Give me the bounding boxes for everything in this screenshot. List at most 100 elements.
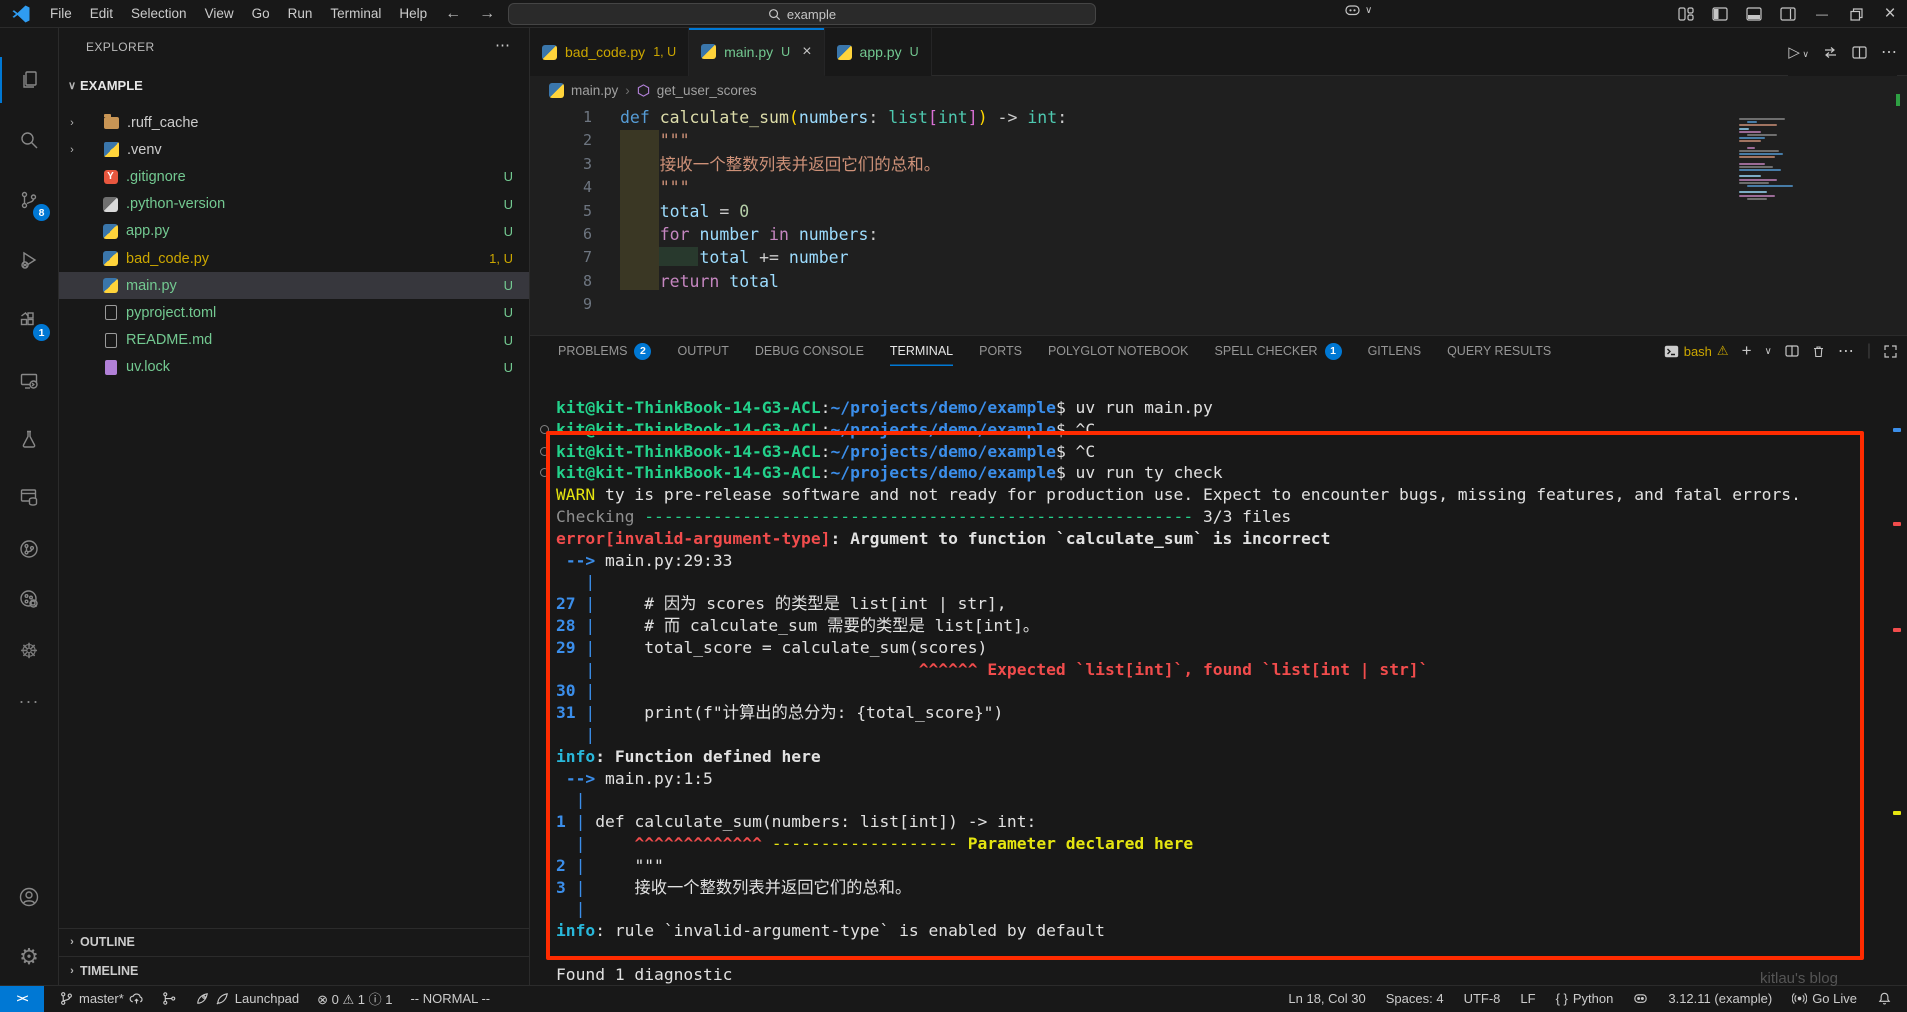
status-label: -- NORMAL -- [410, 991, 490, 1006]
panel-tab-query-results[interactable]: QUERY RESULTS [1447, 336, 1551, 366]
kill-terminal-icon[interactable] [1812, 345, 1825, 358]
breadcrumb-file[interactable]: main.py [571, 83, 618, 98]
breadcrumb[interactable]: main.py › get_user_scores [530, 76, 1907, 104]
status-cursor-position[interactable]: Ln 18, Col 30 [1281, 986, 1372, 1012]
terminal-line: 28 | # 而 calculate_sum 需要的类型是 list[int]。 [530, 615, 1907, 637]
new-terminal-icon[interactable]: + [1742, 341, 1752, 361]
timeline-section[interactable]: › TIMELINE [59, 956, 529, 985]
status-git-graph[interactable] [155, 986, 184, 1012]
file-item-app.py[interactable]: app.pyU [59, 218, 529, 245]
file-item-.gitignore[interactable]: Y.gitignoreU [59, 163, 529, 190]
minimize-icon[interactable]: — [1805, 0, 1839, 28]
layout-grid-icon[interactable] [1669, 0, 1703, 28]
file-item-bad_code.py[interactable]: bad_code.py1, U [59, 245, 529, 272]
section-example[interactable]: ∨ EXAMPLE [59, 72, 529, 99]
tab-app.py[interactable]: app.pyU [825, 28, 932, 76]
outline-section[interactable]: › OUTLINE [59, 928, 529, 955]
menu-edit[interactable]: Edit [81, 0, 122, 28]
terminal-dropdown-icon[interactable]: ∨ [1765, 346, 1772, 357]
nav-back-icon[interactable]: ← [436, 5, 470, 23]
panel-tab-polyglot-notebook[interactable]: POLYGLOT NOTEBOOK [1048, 336, 1189, 366]
toggle-secondary-sidebar-icon[interactable] [1771, 0, 1805, 28]
activity-database-icon[interactable] [0, 474, 58, 520]
status-encoding[interactable]: UTF-8 [1457, 986, 1508, 1012]
file-item-README.md[interactable]: README.mdU [59, 327, 529, 354]
activity-source-control-icon[interactable]: 8 [0, 177, 58, 223]
tab-main.py[interactable]: main.pyU× [689, 28, 824, 76]
activity-search-icon[interactable] [0, 117, 58, 163]
split-editor-icon[interactable] [1852, 46, 1867, 59]
minimap[interactable] [1739, 118, 1797, 201]
close-icon[interactable]: × [1873, 0, 1907, 28]
menu-terminal[interactable]: Terminal [321, 0, 390, 28]
status-launchpad[interactable]: Launchpad [188, 986, 306, 1012]
nav-forward-icon[interactable]: → [470, 5, 504, 23]
activity-explorer-icon[interactable] [0, 57, 58, 103]
activity-account-icon[interactable] [0, 874, 58, 920]
panel-tab-spell-checker[interactable]: SPELL CHECKER1 [1215, 336, 1342, 366]
status-notifications[interactable] [1870, 986, 1899, 1012]
menu-file[interactable]: File [41, 0, 81, 28]
command-center-search[interactable]: example [508, 3, 1096, 25]
file-name: .ruff_cache [127, 115, 198, 131]
restore-icon[interactable] [1839, 0, 1873, 28]
activity-git-graph-icon[interactable] [0, 526, 58, 572]
menu-view[interactable]: View [196, 0, 243, 28]
run-python-button[interactable]: ▷ ∨ [1788, 43, 1809, 61]
activity-remote-explorer-icon[interactable] [0, 358, 58, 404]
menu-selection[interactable]: Selection [122, 0, 196, 28]
panel-tab-problems[interactable]: PROBLEMS2 [558, 336, 651, 366]
panel-tab-ports[interactable]: PORTS [979, 336, 1022, 366]
chevron-down-icon: ∨ [1365, 5, 1372, 16]
status-problems[interactable]: ⊗ 0 ⚠ 1 ⓘ 1 [310, 986, 399, 1012]
explorer-more-icon[interactable]: ⋯ [495, 36, 511, 54]
activity-kubernetes-icon[interactable]: ☸ [0, 628, 58, 674]
activity-testing-icon[interactable] [0, 416, 58, 462]
more-actions-icon[interactable]: ⋯ [1881, 42, 1897, 62]
file-item-pyproject.toml[interactable]: pyproject.tomlU [59, 299, 529, 326]
status-indentation[interactable]: Spaces: 4 [1379, 986, 1451, 1012]
split-terminal-icon[interactable] [1785, 345, 1799, 357]
status-copilot[interactable] [1626, 986, 1655, 1012]
file-item-uv.lock[interactable]: uv.lockU [59, 354, 529, 381]
terminal-output[interactable]: kit@kit-ThinkBook-14-G3-ACL:~/projects/d… [530, 397, 1907, 1007]
file-item-main.py[interactable]: main.pyU [59, 272, 529, 299]
remote-indicator[interactable]: >< [0, 986, 44, 1012]
activity-settings-icon[interactable]: ⚙ [0, 934, 58, 980]
file-item-.python-version[interactable]: .python-versionU [59, 191, 529, 218]
status-eol[interactable]: LF [1513, 986, 1542, 1012]
sync-icon[interactable] [1823, 46, 1838, 59]
activity-more-icon[interactable]: ··· [0, 678, 58, 724]
toggle-panel-icon[interactable] [1737, 0, 1771, 28]
panel-tab-output[interactable]: OUTPUT [677, 336, 728, 366]
copilot-button[interactable]: ∨ [1344, 3, 1372, 17]
close-tab-icon[interactable]: × [802, 43, 811, 61]
menu-run[interactable]: Run [279, 0, 322, 28]
status-go-live[interactable]: Go Live [1785, 986, 1864, 1012]
status-interpreter[interactable]: 3.12.11 (example) [1661, 986, 1779, 1012]
file-item-.ruff_cache[interactable]: ›.ruff_cache [59, 109, 529, 136]
status-branch[interactable]: master* [52, 986, 151, 1012]
status-language[interactable]: { }Python [1549, 986, 1621, 1012]
terminal-shell-item[interactable]: bash ⚠ [1664, 343, 1729, 359]
code-line-5: 5 total = 0 [530, 200, 1907, 223]
breadcrumb-symbol[interactable]: get_user_scores [657, 83, 757, 98]
file-item-.venv[interactable]: ›.venv [59, 136, 529, 163]
editor-actions: ▷ ∨ ⋯ [1788, 28, 1897, 76]
menu-help[interactable]: Help [390, 0, 436, 28]
status-vim-mode[interactable]: -- NORMAL -- [403, 986, 497, 1012]
activity-run-debug-icon[interactable] [0, 237, 58, 283]
panel-tab-gitlens[interactable]: GITLENS [1368, 336, 1422, 366]
panel-tab-label: QUERY RESULTS [1447, 344, 1551, 358]
status-label: Launchpad [235, 991, 299, 1006]
maximize-panel-icon[interactable] [1884, 345, 1897, 358]
menu-go[interactable]: Go [243, 0, 279, 28]
activity-git-history-icon[interactable] [0, 576, 58, 622]
toggle-sidebar-icon[interactable] [1703, 0, 1737, 28]
panel-more-icon[interactable]: ⋯ [1838, 341, 1854, 361]
code-editor[interactable]: 1def calculate_sum(numbers: list[int]) -… [530, 104, 1907, 335]
tab-bad_code.py[interactable]: bad_code.py1, U [530, 28, 689, 76]
activity-extensions-icon[interactable]: 1 [0, 297, 58, 343]
panel-tab-debug-console[interactable]: DEBUG CONSOLE [755, 336, 864, 366]
panel-tab-terminal[interactable]: TERMINAL [890, 336, 953, 366]
